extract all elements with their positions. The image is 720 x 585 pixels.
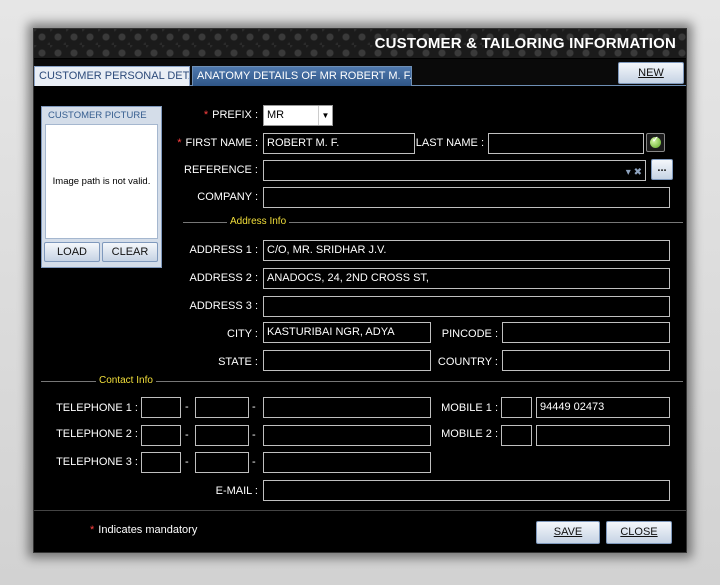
clear-button[interactable]: CLEAR xyxy=(102,242,158,262)
dash: - xyxy=(185,456,189,468)
address2-field[interactable]: ANADOCS, 24, 2ND CROSS ST, xyxy=(263,268,670,289)
window-title: CUSTOMER & TAILORING INFORMATION xyxy=(374,35,676,52)
new-button[interactable]: NEW xyxy=(618,62,684,84)
telephone3-label: TELEPHONE 3 : xyxy=(56,456,138,468)
close-button[interactable]: CLOSE xyxy=(606,521,672,544)
last-name-field[interactable] xyxy=(488,133,644,154)
telephone3-number[interactable] xyxy=(263,452,431,473)
telephone3-country-code[interactable] xyxy=(141,452,181,473)
country-field[interactable] xyxy=(502,350,670,371)
mobile2-number[interactable] xyxy=(536,425,670,446)
city-label: CITY : xyxy=(227,328,258,340)
telephone1-country-code[interactable] xyxy=(141,397,181,418)
verify-name-button[interactable] xyxy=(646,133,665,152)
state-field[interactable] xyxy=(263,350,431,371)
title-bar: CUSTOMER & TAILORING INFORMATION xyxy=(34,29,686,59)
mobile1-number[interactable]: 94449 02473 xyxy=(536,397,670,418)
telephone2-number[interactable] xyxy=(263,425,431,446)
first-name-label-text: FIRST NAME : xyxy=(185,137,258,149)
mandatory-note: * Indicates mandatory xyxy=(90,524,197,536)
company-label: COMPANY : xyxy=(197,191,258,203)
clear-x-icon[interactable]: ✖ xyxy=(634,167,642,178)
mobile2-label: MOBILE 2 : xyxy=(441,428,498,440)
reference-browse-button[interactable]: ... xyxy=(651,159,673,180)
new-button-label: NEW xyxy=(638,67,664,79)
save-button-label: SAVE xyxy=(553,526,583,538)
chevron-down-icon: ▼ xyxy=(318,106,332,125)
prefix-label-text: PREFIX : xyxy=(212,109,258,121)
footer-divider xyxy=(34,510,686,511)
tab-strip: CUSTOMER PERSONAL DETAILS ANATOMY DETAIL… xyxy=(34,59,686,86)
mobile1-code[interactable] xyxy=(501,397,532,418)
company-field[interactable] xyxy=(263,187,670,208)
save-button[interactable]: SAVE xyxy=(536,521,600,544)
email-field[interactable] xyxy=(263,480,670,501)
mandatory-note-text: Indicates mandatory xyxy=(98,524,198,536)
image-message: Image path is not valid. xyxy=(52,176,151,187)
last-name-label: LAST NAME : xyxy=(415,137,484,149)
telephone1-area-code[interactable] xyxy=(195,397,249,418)
telephone2-country-code[interactable] xyxy=(141,425,181,446)
dropdown-arrow-icon[interactable]: ▾ xyxy=(626,167,631,178)
tab-anatomy-details[interactable]: ANATOMY DETAILS OF MR ROBERT M. F. xyxy=(192,66,412,86)
combo-controls: ▾ ✖ xyxy=(626,163,642,180)
address1-label: ADDRESS 1 : xyxy=(189,244,258,256)
customer-picture-title: CUSTOMER PICTURE xyxy=(48,110,147,121)
required-asterisk: * xyxy=(177,137,182,149)
mobile2-code[interactable] xyxy=(501,425,532,446)
contact-section-title: Contact Info xyxy=(96,375,156,386)
dash: - xyxy=(252,401,256,413)
dash: - xyxy=(185,401,189,413)
address1-field[interactable]: C/O, MR. SRIDHAR J.V. xyxy=(263,240,670,261)
telephone3-area-code[interactable] xyxy=(195,452,249,473)
check-icon xyxy=(650,135,661,148)
customer-picture-box[interactable]: Image path is not valid. xyxy=(45,124,158,239)
prefix-value: MR xyxy=(267,109,285,121)
first-name-field[interactable]: ROBERT M. F. xyxy=(263,133,415,154)
email-label: E-MAIL : xyxy=(215,485,258,497)
pincode-label: PINCODE : xyxy=(441,328,498,340)
telephone2-area-code[interactable] xyxy=(195,425,249,446)
address2-label: ADDRESS 2 : xyxy=(189,272,258,284)
address3-label: ADDRESS 3 : xyxy=(189,300,258,312)
dash: - xyxy=(252,429,256,441)
state-label: STATE : xyxy=(218,356,258,368)
dash: - xyxy=(185,429,189,441)
telephone1-number[interactable] xyxy=(263,397,431,418)
dash: - xyxy=(252,456,256,468)
city-field[interactable]: KASTURIBAI NGR, ADYA xyxy=(263,322,431,343)
prefix-label: * PREFIX : xyxy=(174,109,258,121)
tab-customer-personal-details[interactable]: CUSTOMER PERSONAL DETAILS xyxy=(34,66,190,86)
load-button[interactable]: LOAD xyxy=(44,242,100,262)
first-name-label: * FIRST NAME : xyxy=(174,137,258,149)
mobile1-label: MOBILE 1 : xyxy=(441,402,498,414)
customer-picture-panel: CUSTOMER PICTURE Image path is not valid… xyxy=(41,106,162,268)
reference-label: REFERENCE : xyxy=(184,164,258,176)
required-asterisk: * xyxy=(90,524,95,536)
address-section-title: Address Info xyxy=(227,216,290,227)
close-button-label: CLOSE xyxy=(620,526,658,538)
country-label: COUNTRY : xyxy=(437,356,498,368)
telephone1-label: TELEPHONE 1 : xyxy=(56,402,138,414)
reference-combo[interactable]: ▾ ✖ xyxy=(263,160,646,181)
pincode-field[interactable] xyxy=(502,322,670,343)
required-asterisk: * xyxy=(203,109,209,121)
telephone2-label: TELEPHONE 2 : xyxy=(56,428,138,440)
prefix-select[interactable]: MR ▼ xyxy=(263,105,333,126)
customer-info-window: CUSTOMER & TAILORING INFORMATION CUSTOME… xyxy=(33,28,687,553)
address3-field[interactable] xyxy=(263,296,670,317)
